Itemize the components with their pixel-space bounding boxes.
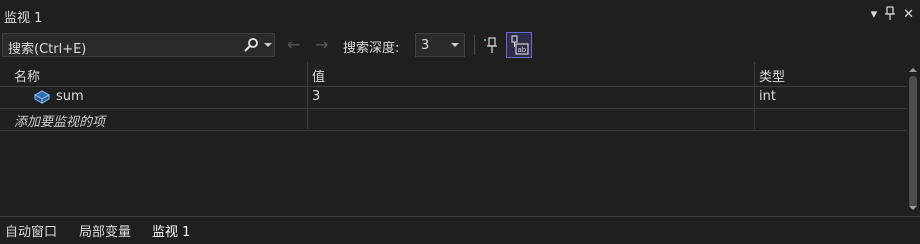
- watch-type-cell: int: [759, 89, 776, 104]
- search-icon[interactable]: [243, 37, 259, 57]
- hex-display-toggle-button[interactable]: ab: [506, 32, 532, 58]
- title-bar: 监视 1 ▾ ✕: [0, 0, 920, 30]
- column-header-name[interactable]: 名称: [14, 66, 40, 85]
- close-icon[interactable]: ✕: [903, 8, 914, 22]
- watch-value-cell[interactable]: 3: [312, 89, 320, 104]
- title-bar-buttons: ▾ ✕: [871, 6, 914, 24]
- add-watch-row[interactable]: 添加要监视的项: [0, 109, 906, 131]
- search-input-text: 搜索(Ctrl+E): [8, 42, 87, 57]
- window-menu-icon[interactable]: ▾: [871, 8, 878, 22]
- pin-window-icon[interactable]: [885, 6, 896, 24]
- search-input[interactable]: 搜索(Ctrl+E): [2, 33, 275, 57]
- pin-icon: [484, 37, 497, 53]
- watch-toolbar: 搜索(Ctrl+E) ← → 搜索深度: 3 ab: [0, 31, 920, 61]
- scrollbar-thumb[interactable]: [909, 76, 917, 208]
- add-watch-placeholder[interactable]: 添加要监视的项: [14, 111, 105, 130]
- watch-name-cell[interactable]: sum: [56, 89, 84, 104]
- variable-icon: [33, 90, 51, 108]
- tab-locals[interactable]: 局部变量: [79, 221, 131, 240]
- search-depth-label: 搜索深度:: [343, 41, 400, 56]
- column-header-type[interactable]: 类型: [759, 66, 785, 85]
- search-depth-select[interactable]: 3: [415, 33, 465, 57]
- grid-header: 名称 值 类型: [0, 62, 906, 87]
- back-arrow-icon[interactable]: ←: [287, 35, 300, 54]
- column-header-value[interactable]: 值: [312, 66, 325, 85]
- tab-watch-1[interactable]: 监视 1: [152, 221, 191, 240]
- forward-arrow-icon[interactable]: →: [315, 35, 328, 54]
- pin-button[interactable]: [480, 33, 502, 57]
- vertical-scrollbar[interactable]: [906, 62, 920, 215]
- window-title: 监视 1: [4, 11, 43, 26]
- toolbar-divider: [474, 35, 475, 55]
- table-row[interactable]: sum 3 int: [0, 87, 906, 109]
- search-options-chevron-down-icon[interactable]: [264, 43, 272, 47]
- bottom-tab-strip: 自动窗口 局部变量 监视 1: [0, 216, 920, 244]
- chevron-down-icon: [451, 43, 459, 47]
- hex-ab-icon: ab: [511, 35, 529, 55]
- scroll-down-icon[interactable]: [909, 206, 917, 210]
- scroll-up-icon[interactable]: [909, 68, 917, 72]
- svg-text:ab: ab: [518, 46, 527, 54]
- tab-autos[interactable]: 自动窗口: [5, 221, 57, 240]
- search-depth-value: 3: [421, 38, 430, 53]
